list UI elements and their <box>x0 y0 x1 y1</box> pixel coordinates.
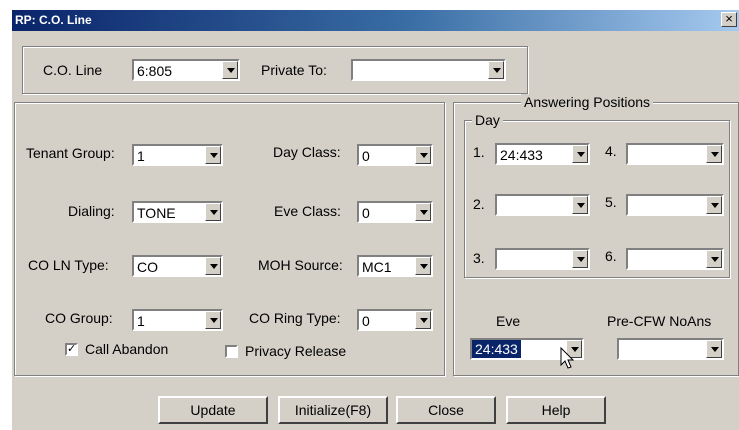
chevron-down-icon[interactable] <box>572 250 588 268</box>
chevron-down-icon[interactable] <box>415 311 431 329</box>
day-group: Day 1. 24:433 4. 2. 5. 3. 6. <box>464 112 730 278</box>
chevron-down-icon[interactable] <box>706 250 722 268</box>
day-position-6-number: 6. <box>605 248 617 264</box>
chevron-down-icon[interactable] <box>205 146 221 164</box>
co-line-dropdown[interactable]: 6:805 <box>132 59 240 81</box>
initialize-button[interactable]: Initialize(F8) <box>278 396 388 424</box>
day-position-2-dropdown[interactable] <box>495 194 590 216</box>
title-bar: RP: C.O. Line × <box>12 10 739 31</box>
chevron-down-icon[interactable] <box>572 145 588 163</box>
chevron-down-icon[interactable] <box>415 146 431 164</box>
call-abandon-checkbox[interactable] <box>65 342 78 356</box>
private-to-label: Private To: <box>261 62 327 78</box>
day-position-1-dropdown[interactable]: 24:433 <box>495 143 590 165</box>
chevron-down-icon[interactable] <box>205 257 221 275</box>
answering-positions-group: Answering Positions Day 1. 24:433 4. 2. … <box>453 94 739 376</box>
co-ln-type-label: CO LN Type: <box>28 257 109 273</box>
day-position-2-number: 2. <box>473 196 485 212</box>
dialing-label: Dialing: <box>68 203 115 219</box>
co-group-label: CO Group: <box>45 310 113 326</box>
mouse-pointer-icon <box>560 347 575 369</box>
window-title: RP: C.O. Line <box>15 13 92 27</box>
eve-class-dropdown[interactable]: 0 <box>357 201 433 223</box>
dialing-dropdown[interactable]: TONE <box>132 201 223 223</box>
day-position-4-dropdown[interactable] <box>626 143 724 165</box>
chevron-down-icon[interactable] <box>706 340 722 358</box>
co-line-label: C.O. Line <box>43 62 103 78</box>
chevron-down-icon[interactable] <box>415 203 431 221</box>
chevron-down-icon[interactable] <box>205 311 221 329</box>
co-ln-type-dropdown[interactable]: CO <box>132 255 223 277</box>
call-abandon-label: Call Abandon <box>85 341 169 357</box>
tenant-group-label: Tenant Group: <box>26 145 115 161</box>
co-line-group: C.O. Line 6:805 Private To: <box>22 46 528 94</box>
chevron-down-icon[interactable] <box>415 257 431 275</box>
close-icon[interactable]: × <box>721 12 737 27</box>
pre-cfw-noans-dropdown[interactable] <box>617 338 724 360</box>
day-class-dropdown[interactable]: 0 <box>357 144 433 166</box>
privacy-release-label: Privacy Release <box>245 343 347 359</box>
eve-class-label: Eve Class: <box>274 203 341 219</box>
moh-source-dropdown[interactable]: MC1 <box>357 255 433 277</box>
co-ring-type-label: CO Ring Type: <box>249 310 341 326</box>
day-position-6-dropdown[interactable] <box>626 248 724 270</box>
pre-cfw-noans-label: Pre-CFW NoAns <box>607 313 712 329</box>
moh-source-label: MOH Source: <box>258 257 343 273</box>
co-group-dropdown[interactable]: 1 <box>132 309 223 331</box>
day-position-5-number: 5. <box>605 194 617 210</box>
close-button[interactable]: Close <box>396 396 496 424</box>
co-ring-type-dropdown[interactable]: 0 <box>357 309 433 331</box>
day-title: Day <box>472 112 503 128</box>
day-position-3-number: 3. <box>473 250 485 266</box>
day-position-5-dropdown[interactable] <box>626 194 724 216</box>
chevron-down-icon[interactable] <box>706 196 722 214</box>
private-to-dropdown[interactable] <box>351 59 506 81</box>
chevron-down-icon[interactable] <box>205 203 221 221</box>
chevron-down-icon[interactable] <box>706 145 722 163</box>
day-position-1-number: 1. <box>473 144 485 160</box>
line-settings-group: Tenant Group: 1 Day Class: 0 Dialing: TO… <box>14 102 445 376</box>
eve-label: Eve <box>496 313 521 329</box>
day-position-3-dropdown[interactable] <box>495 248 590 270</box>
chevron-down-icon[interactable] <box>572 196 588 214</box>
privacy-release-checkbox[interactable] <box>225 345 238 358</box>
day-position-4-number: 4. <box>605 143 617 159</box>
chevron-down-icon[interactable] <box>222 61 238 79</box>
chevron-down-icon[interactable] <box>488 61 504 79</box>
day-class-label: Day Class: <box>273 144 341 160</box>
help-button[interactable]: Help <box>506 396 606 424</box>
update-button[interactable]: Update <box>158 396 268 424</box>
tenant-group-dropdown[interactable]: 1 <box>132 144 223 166</box>
dialog-window: RP: C.O. Line × C.O. Line 6:805 Private … <box>10 8 739 430</box>
answering-positions-title: Answering Positions <box>521 94 654 110</box>
